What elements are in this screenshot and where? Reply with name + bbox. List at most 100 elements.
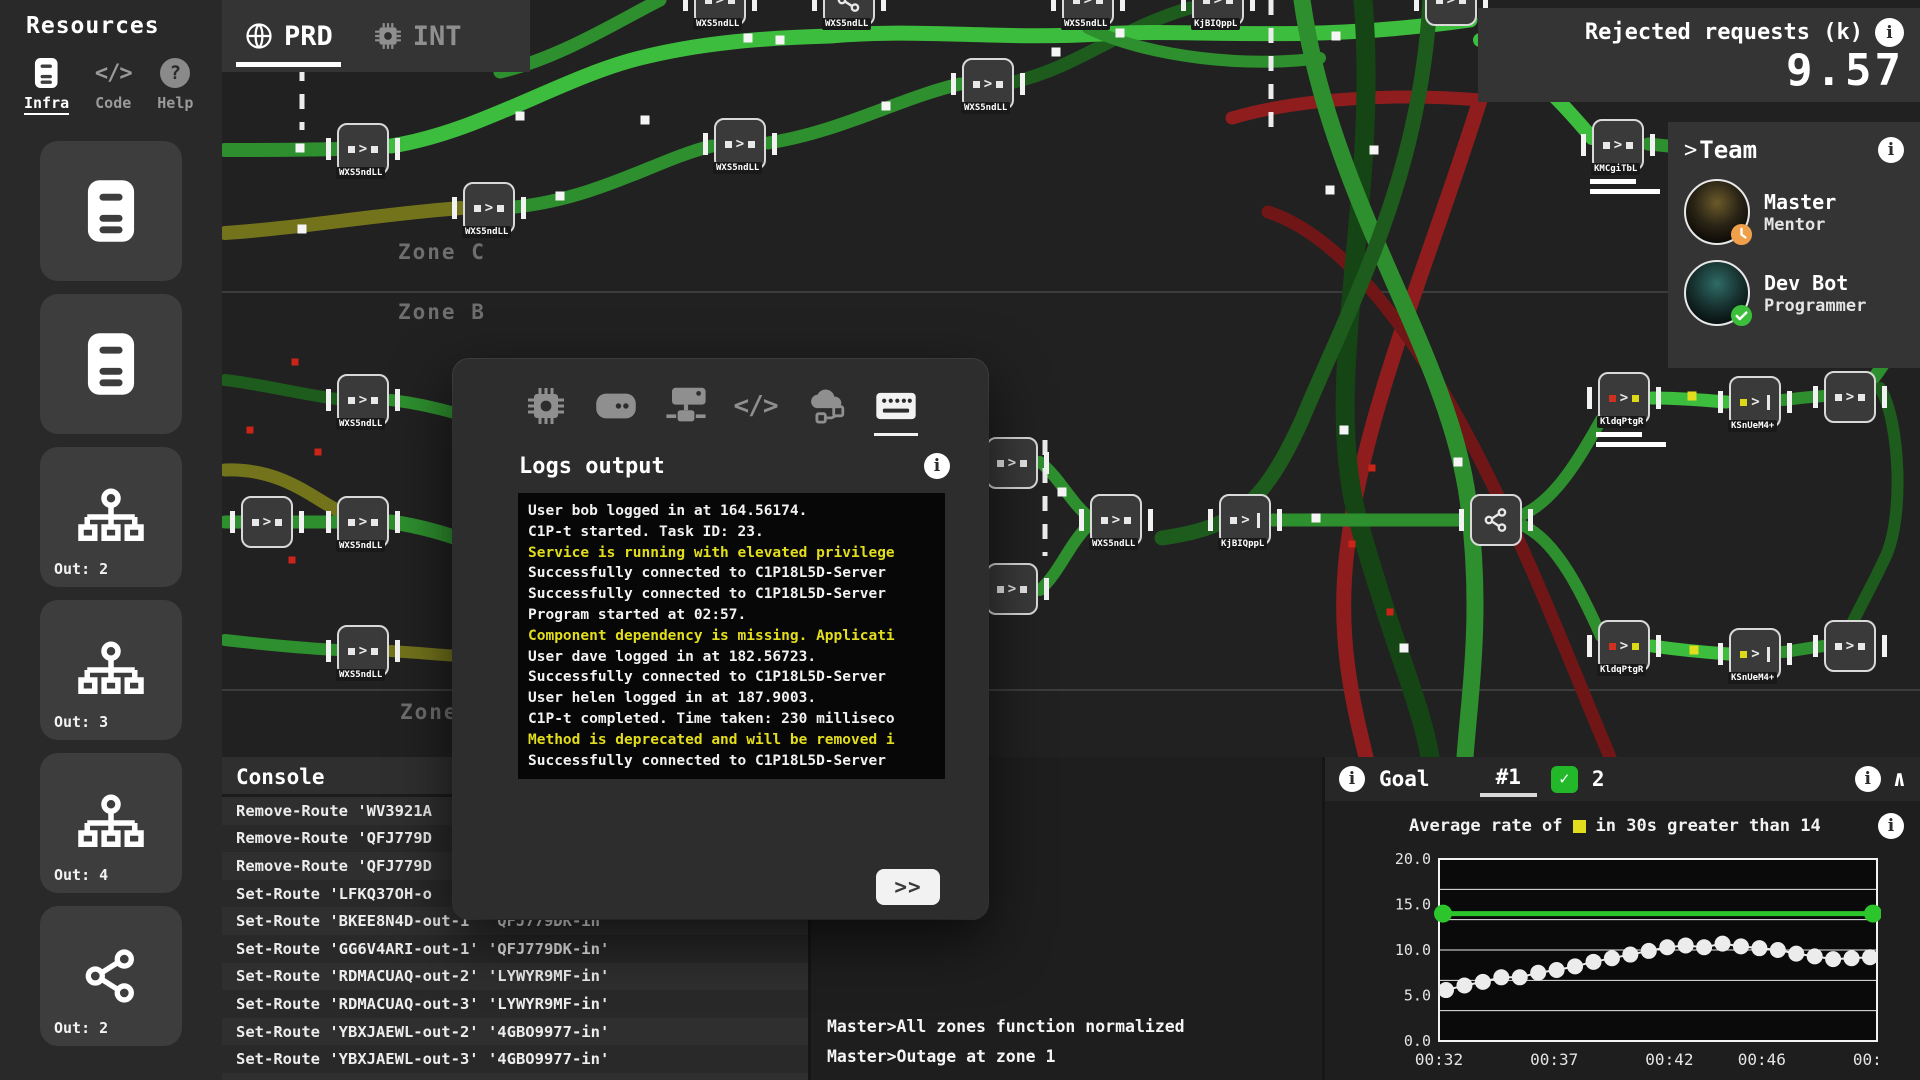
goal-desc-suffix: in 30s greater than 14 [1596,816,1821,836]
team-member[interactable]: MasterMentor [1684,179,1904,245]
chip-icon [373,21,403,51]
svg-text:00:42: 00:42 [1645,1050,1693,1069]
env-tab-int[interactable]: INT [373,0,462,72]
map-node-WXS5ndLL[interactable]: >WXS5ndLL [1090,494,1142,546]
goal-panel: i Goal #1 ✓ 2 i ∧ Average rate of in 30s… [1322,757,1920,1080]
next-button[interactable]: >> [876,869,940,905]
help-icon: ? [159,57,191,89]
map-node-KjBIQppL[interactable]: >KjBIQppL [1192,0,1244,26]
map-node-WXS5ndLL[interactable]: WXS5ndLL [823,0,875,26]
map-node[interactable]: > [1824,371,1876,423]
modal-tab-keyboard-icon[interactable] [873,383,919,429]
map-node-WXS5ndLL[interactable]: >WXS5ndLL [1062,0,1114,26]
log-line: C1P-t completed. Time taken: 230 millise… [528,709,935,730]
resource-item-5[interactable]: Out: 4 [40,753,182,893]
resources-tab-code[interactable]: </>Code [95,57,131,115]
resource-item-1[interactable] [40,141,182,281]
map-node[interactable]: > [1824,620,1876,672]
node-id-label: WXS5ndLL [1089,538,1138,550]
map-node-KldqPtgR[interactable]: >KldqPtgR [1598,620,1650,672]
map-node-KSnUeM4+[interactable]: >KSnUeM4+ [1729,376,1781,428]
check-badge [1730,304,1753,327]
node-id-label: WXS5ndLL [336,669,385,681]
modal-tab-memory-card-icon[interactable] [593,383,639,429]
info-icon[interactable]: i [1855,766,1881,792]
map-node[interactable]: > [986,437,1038,489]
log-line: User bob logged in at 164.56174. [528,501,935,522]
share-icon [82,947,140,1005]
modal-tab-chip-icon[interactable] [523,383,569,429]
map-node-WXS5ndLL[interactable]: >WXS5ndLL [962,58,1014,110]
modal-tab-code-icon[interactable]: </> [733,383,779,429]
selection-bar [1596,432,1642,437]
node-id-label: WXS5ndLL [693,18,742,30]
clock-badge [1730,223,1753,246]
modal-tab-server-network-icon[interactable] [663,383,709,429]
info-icon[interactable]: i [1339,766,1365,792]
map-node-KMCgiTbL[interactable]: >KMCgiTbL [1592,119,1644,171]
map-node-KSnUeM4+[interactable]: >KSnUeM4+ [1729,628,1781,680]
resource-item-3[interactable]: Out: 2 [40,447,182,587]
goal-desc-prefix: Average rate of [1409,816,1563,836]
collapse-chevron-icon[interactable]: ∧ [1893,767,1906,792]
info-icon[interactable]: i [924,453,950,479]
rate-symbol-icon [1573,820,1586,833]
map-node-WXS5ndLL[interactable]: >WXS5ndLL [714,118,766,170]
globe-icon [244,21,274,51]
resources-tab-infra[interactable]: Infra [24,57,69,115]
map-node-WXS5ndLL[interactable]: >WXS5ndLL [463,182,515,234]
info-icon[interactable]: i [1875,18,1904,47]
resource-item-6[interactable]: Out: 2 [40,906,182,1046]
goal-title: Goal [1379,767,1430,791]
info-icon[interactable]: i [1878,813,1904,839]
member-role: Programmer [1764,296,1866,316]
map-node-WXS5ndLL[interactable]: >WXS5ndLL [337,374,389,426]
avatar [1684,260,1750,326]
out-count-label: Out: 2 [54,1019,108,1037]
team-members: MasterMentor Dev BotProgrammer [1684,179,1904,326]
rejected-requests-panel: Rejected requests (k) i 9.57 [1478,8,1920,102]
avatar [1684,179,1750,245]
resources-tabs: Infra </>Code ?Help [24,57,222,115]
map-node-KjBIQppL[interactable]: >KjBIQppL [1219,494,1271,546]
resources-tab-help[interactable]: ?Help [157,57,193,115]
map-node-WXS5ndLL[interactable]: >WXS5ndLL [694,0,746,26]
log-line: Program started at 02:57. [528,605,935,626]
chat-messages: Master>All zones function normalizedMast… [827,1012,1322,1072]
resource-item-4[interactable]: Out: 3 [40,600,182,740]
goal-chart: 20.015.010.05.00.000:3200:3700:4200:4600… [1381,853,1881,1075]
hierarchy-icon [78,640,144,700]
map-node[interactable] [1470,494,1522,546]
modal-tab-cloud-network-icon[interactable] [803,383,849,429]
map-node[interactable]: > [986,563,1038,615]
rejected-requests-value: 9.57 [1494,49,1904,93]
map-node-KldqPtgR[interactable]: >KldqPtgR [1598,372,1650,424]
console-line: Set-Route 'RDMACUAQ-out-2' 'LYWYR9MF-in' [222,963,808,991]
logs-output-title: Logs output [519,454,665,479]
node-id-label: KMCgiTbL [1591,163,1640,175]
log-line: User helen logged in at 187.9003. [528,688,935,709]
team-member[interactable]: Dev BotProgrammer [1684,260,1904,326]
chevron-right-icon: > [1684,138,1697,163]
server-icon [86,177,136,245]
map-node-WXS5ndLL[interactable]: >WXS5ndLL [337,123,389,175]
map-node[interactable]: > [241,496,293,548]
team-title: Team [1699,136,1757,164]
env-tab-prd[interactable]: PRD [244,0,333,72]
goal-tab-1[interactable]: #1 [1480,762,1537,797]
svg-text:20.0: 20.0 [1395,853,1431,868]
modal-device-tabs: </> [453,383,988,429]
map-node-WXS5ndLL[interactable]: >WXS5ndLL [337,496,389,548]
selection-bar [1590,179,1636,184]
out-count-label: Out: 3 [54,713,108,731]
map-node[interactable]: > [1425,0,1477,26]
node-id-label: WXS5ndLL [1061,18,1110,30]
resources-items: Out: 2 Out: 3 Out: 4 Out: 2 [0,141,222,1046]
map-node-WXS5ndLL[interactable]: >WXS5ndLL [337,625,389,677]
info-icon[interactable]: i [1878,137,1904,163]
resource-item-2[interactable] [40,294,182,434]
goal-header: i Goal #1 ✓ 2 i ∧ [1325,757,1920,801]
log-line: Successfully connected to C1P18L5D-Serve… [528,584,935,605]
share-icon [836,0,862,13]
goal-checkbox[interactable]: ✓ [1551,766,1578,793]
